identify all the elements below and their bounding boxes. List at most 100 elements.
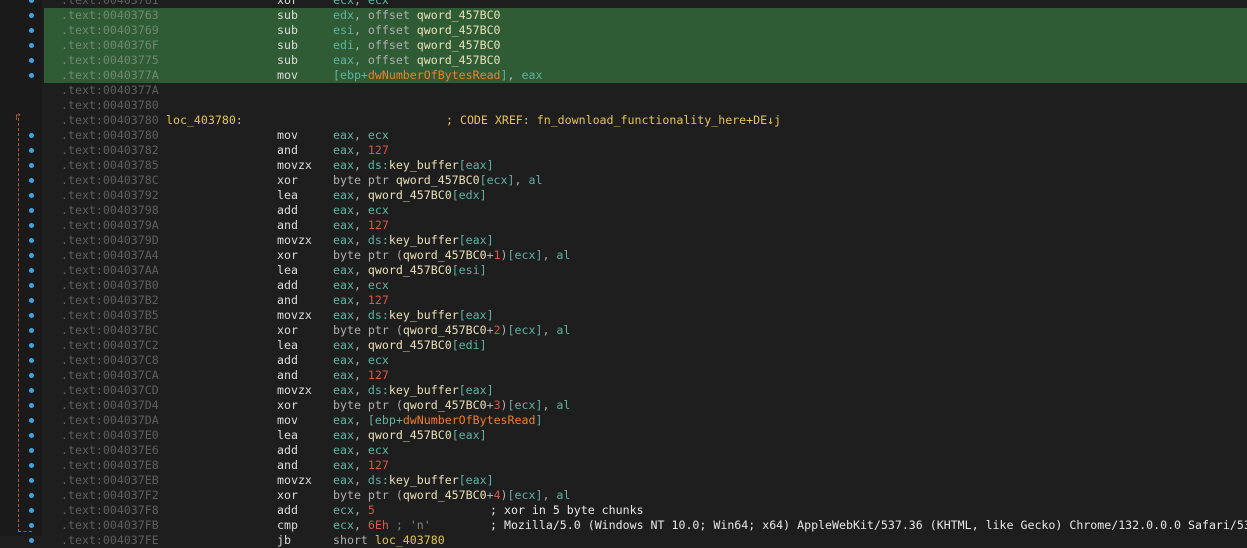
listing-row[interactable]: .text:0040377A — [44, 83, 1247, 98]
operand-token[interactable]: qword_457BC0 — [368, 263, 452, 277]
listing-row[interactable]: .text:004037AA lea eax, qword_457BC0[esi] — [44, 263, 1247, 278]
operand-token[interactable]: [eax] — [459, 308, 494, 322]
operand-token[interactable]: [eax] — [459, 383, 494, 397]
breakpoint-dot-icon[interactable] — [29, 28, 34, 33]
listing-row[interactable]: .text:004037CD movzx eax, ds:key_buffer[ea… — [44, 383, 1247, 398]
operand-token[interactable]: qword_457BC0 — [417, 53, 501, 67]
listing-row[interactable]: .text:00403782 and eax, 127 — [44, 143, 1247, 158]
operand-token[interactable]: qword_457BC0 — [368, 428, 452, 442]
operand-token[interactable]: eax — [333, 233, 354, 247]
breakpoint-dot-icon[interactable] — [29, 43, 34, 48]
operand-token[interactable]: ds: — [368, 158, 389, 172]
operand-token[interactable]: eax — [333, 218, 354, 232]
breakpoint-dot-icon[interactable] — [29, 433, 34, 438]
listing-row[interactable]: .text:004037C2 lea eax, qword_457BC0[edi] — [44, 338, 1247, 353]
listing-row[interactable]: .text:004037E6 add eax, ecx — [44, 443, 1247, 458]
breakpoint-dot-icon[interactable] — [29, 493, 34, 498]
operand-token[interactable]: 127 — [368, 218, 389, 232]
operand-token[interactable]: [ecx] — [508, 248, 543, 262]
operand-token[interactable]: key_buffer — [389, 233, 459, 247]
operand-token[interactable]: eax — [333, 338, 354, 352]
operand-token[interactable]: ds: — [368, 473, 389, 487]
operands[interactable]: eax, qword_457BC0[eax] — [333, 428, 487, 443]
operand-token[interactable]: ds: — [368, 233, 389, 247]
operand-token[interactable]: ecx — [368, 128, 389, 142]
operand-token[interactable]: ds: — [368, 308, 389, 322]
operands[interactable]: eax, ds:key_buffer[eax] — [333, 233, 494, 248]
breakpoint-dot-icon[interactable] — [29, 223, 34, 228]
listing-row[interactable]: .text:004037C8 add eax, ecx — [44, 353, 1247, 368]
operand-token[interactable]: eax — [333, 353, 354, 367]
operands[interactable]: eax, ds:key_buffer[eax] — [333, 473, 494, 488]
operand-token[interactable]: [esi] — [452, 263, 487, 277]
operands[interactable]: eax, 127 — [333, 143, 389, 158]
operand-token[interactable]: qword_457BC0 — [417, 38, 501, 52]
operand-token[interactable]: 4 — [494, 488, 501, 502]
code-label[interactable]: loc_403780: — [166, 113, 243, 128]
operand-token[interactable]: ecx — [333, 503, 354, 517]
operand-token[interactable]: eax — [333, 368, 354, 382]
operand-token[interactable]: eax — [521, 68, 542, 82]
operands[interactable]: eax, ecx — [333, 443, 389, 458]
operand-token[interactable]: qword_457BC0 — [368, 338, 452, 352]
breakpoint-dot-icon[interactable] — [29, 298, 34, 303]
operand-token[interactable]: 127 — [368, 143, 389, 157]
breakpoint-dot-icon[interactable] — [29, 283, 34, 288]
operands[interactable]: [ebp+dwNumberOfBytesRead], eax — [333, 68, 542, 83]
listing-row[interactable]: .text:004037B2 and eax, 127 — [44, 293, 1247, 308]
listing-row[interactable]: .text:00403769 sub esi, offset qword_457BC… — [44, 23, 1247, 38]
operand-token[interactable]: al — [556, 323, 570, 337]
operand-token[interactable]: eax — [333, 293, 354, 307]
operand-token[interactable]: eax — [333, 53, 354, 67]
operand-token[interactable]: [ecx] — [508, 323, 543, 337]
operand-token[interactable]: ] — [501, 68, 508, 82]
operand-token[interactable]: [edx] — [452, 188, 487, 202]
operand-token[interactable]: edi — [333, 38, 354, 52]
operand-token[interactable]: qword_457BC0 — [403, 488, 487, 502]
breakpoint-dot-icon[interactable] — [29, 373, 34, 378]
listing-row[interactable]: .text:00403780 loc_403780: ; CODE XREF: fn… — [44, 113, 1247, 128]
operands[interactable]: eax, 127 — [333, 218, 389, 233]
operands[interactable]: edx, offset qword_457BC0 — [333, 8, 501, 23]
listing-row[interactable]: .text:004037D4 xor byte ptr (qword_457BC0+… — [44, 398, 1247, 413]
breakpoint-dot-icon[interactable] — [29, 73, 34, 78]
listing-row[interactable]: .text:00403792 lea eax, qword_457BC0[edx] — [44, 188, 1247, 203]
operand-token[interactable]: qword_457BC0 — [403, 323, 487, 337]
operand-token[interactable]: key_buffer — [389, 158, 459, 172]
breakpoint-dot-icon[interactable] — [29, 538, 34, 543]
listing-row[interactable]: .text:004037FE jb short loc_403780 — [44, 533, 1247, 548]
breakpoint-dot-icon[interactable] — [29, 313, 34, 318]
operands[interactable]: byte ptr (qword_457BC0+2)[ecx], al — [333, 323, 570, 338]
operand-token[interactable]: eax — [333, 158, 354, 172]
listing-row[interactable]: .text:004037B0 add eax, ecx — [44, 278, 1247, 293]
operands[interactable]: eax, offset qword_457BC0 — [333, 53, 501, 68]
operands[interactable]: byte ptr (qword_457BC0+3)[ecx], al — [333, 398, 570, 413]
operand-token[interactable]: ecx — [333, 518, 354, 532]
listing-row[interactable]: .text:00403798 add eax, ecx — [44, 203, 1247, 218]
xref-comment[interactable]: ; CODE XREF: fn_download_functionality_h… — [446, 113, 781, 128]
listing-row[interactable]: .text:004037E8 and eax, 127 — [44, 458, 1247, 473]
breakpoint-dot-icon[interactable] — [29, 328, 34, 333]
disassembly-listing[interactable]: .text:00403761 xor ecx, ecx .text:00403763 s… — [44, 0, 1247, 548]
listing-row[interactable]: .text:00403775 sub eax, offset qword_457BC… — [44, 53, 1247, 68]
operand-token[interactable]: eax — [333, 278, 354, 292]
operand-token[interactable]: qword_457BC0 — [368, 188, 452, 202]
operands[interactable]: eax, ecx — [333, 353, 389, 368]
operands[interactable]: ecx, ecx — [333, 0, 389, 8]
listing-row[interactable]: .text:00403780 mov eax, ecx — [44, 128, 1247, 143]
operand-token[interactable]: 127 — [368, 293, 389, 307]
operands[interactable]: edi, offset qword_457BC0 — [333, 38, 501, 53]
breakpoint-dot-icon[interactable] — [29, 58, 34, 63]
operand-token[interactable]: key_buffer — [389, 383, 459, 397]
listing-row[interactable]: .text:004037F2 xor byte ptr (qword_457BC0+… — [44, 488, 1247, 503]
operand-token[interactable]: [eax] — [452, 428, 487, 442]
operand-token[interactable]: 127 — [368, 368, 389, 382]
breakpoint-dot-icon[interactable] — [29, 148, 34, 153]
operand-token[interactable]: ecx — [368, 443, 389, 457]
operand-token[interactable]: eax — [333, 413, 354, 427]
operands[interactable]: eax, ecx — [333, 203, 389, 218]
operands[interactable]: ecx, 6Eh ; 'n' ; Mozilla/5.0 (Windows NT … — [333, 518, 1247, 533]
listing-row[interactable]: .text:0040379A and eax, 127 — [44, 218, 1247, 233]
breakpoint-dot-icon[interactable] — [29, 0, 34, 3]
listing-row[interactable]: .text:004037B5 movzx eax, ds:key_buffer[ea… — [44, 308, 1247, 323]
